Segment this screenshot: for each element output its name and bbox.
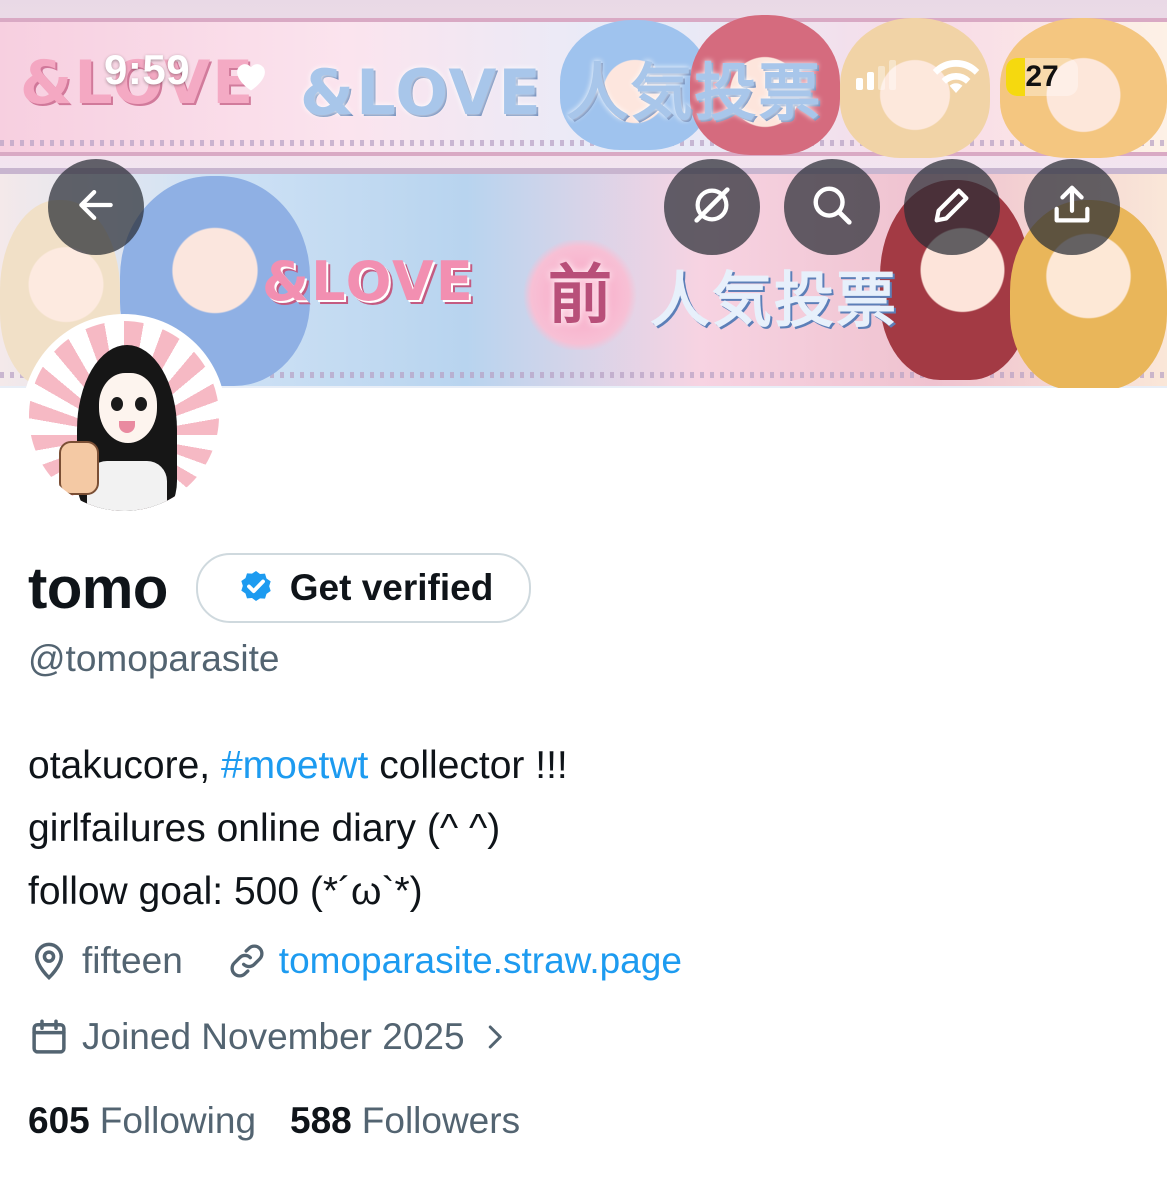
- follow-stats: 605 Following 588 Followers: [28, 1100, 554, 1142]
- pencil-icon: [929, 182, 975, 233]
- banner-divider: [0, 140, 1167, 146]
- following-link[interactable]: 605 Following: [28, 1100, 256, 1142]
- battery-level: 27: [1025, 60, 1059, 93]
- chevron-right-icon: [479, 1022, 509, 1052]
- banner-title-bottom: 人気投票: [650, 266, 898, 336]
- battery-indicator: 27: [1006, 58, 1078, 96]
- bio-text: otakucore,: [28, 744, 221, 787]
- following-label: Following: [99, 1100, 257, 1141]
- banner-mid-text: 前: [548, 259, 614, 333]
- share-button[interactable]: [1024, 159, 1120, 255]
- location-text: fifteen: [82, 940, 183, 981]
- name-row: tomo Get verified: [28, 553, 532, 623]
- heart-icon: [232, 58, 270, 97]
- search-icon: [809, 182, 855, 233]
- verified-badge-icon: [236, 566, 276, 611]
- status-time: 9:59: [104, 46, 191, 93]
- search-button[interactable]: [784, 159, 880, 255]
- bio-text: collector !!!: [368, 744, 568, 787]
- bio-line: otakucore, #moetwt collector !!!: [28, 734, 568, 797]
- bio: otakucore, #moetwt collector !!! girlfai…: [28, 734, 568, 923]
- get-verified-button[interactable]: Get verified: [195, 553, 532, 623]
- hashtag-link[interactable]: #moetwt: [221, 744, 368, 787]
- joined-date: Joined November 2025: [82, 1016, 465, 1057]
- location-pin-icon: [28, 940, 70, 982]
- banner-title-top: &LOVE 人気投票: [300, 56, 823, 129]
- avatar-thumb: [59, 441, 99, 495]
- profile-meta-row: fifteen tomoparasite.straw.page: [28, 940, 682, 982]
- avatar[interactable]: [22, 314, 226, 518]
- display-name: tomo: [28, 555, 168, 621]
- following-count: 605: [28, 1100, 90, 1141]
- get-verified-label: Get verified: [289, 567, 494, 608]
- avatar-image: [29, 321, 219, 511]
- edit-profile-button[interactable]: [904, 159, 1000, 255]
- arrow-left-icon: [74, 183, 118, 232]
- back-button[interactable]: [48, 159, 144, 255]
- grok-button[interactable]: [664, 159, 760, 255]
- website-link[interactable]: tomoparasite.straw.page: [279, 940, 682, 982]
- bio-line: girlfailures online diary (^ ^): [28, 807, 501, 850]
- bio-line: follow goal: 500 (*´ω`*): [28, 870, 423, 913]
- followers-count: 588: [290, 1100, 352, 1141]
- avatar-shirt: [87, 461, 167, 511]
- calendar-icon: [28, 1016, 70, 1058]
- cellular-signal-icon: [856, 60, 896, 90]
- avatar-eye: [135, 397, 147, 411]
- avatar-eye: [111, 397, 123, 411]
- link-icon: [227, 941, 267, 981]
- banner-love-text: &LOVE: [262, 250, 475, 313]
- wifi-icon: [930, 56, 982, 101]
- user-handle: @tomoparasite: [28, 638, 280, 679]
- joined-row[interactable]: Joined November 2025: [28, 1016, 521, 1058]
- followers-label: Followers: [361, 1100, 521, 1141]
- grok-icon: [689, 182, 735, 233]
- followers-link[interactable]: 588 Followers: [290, 1100, 520, 1142]
- share-icon: [1049, 182, 1095, 233]
